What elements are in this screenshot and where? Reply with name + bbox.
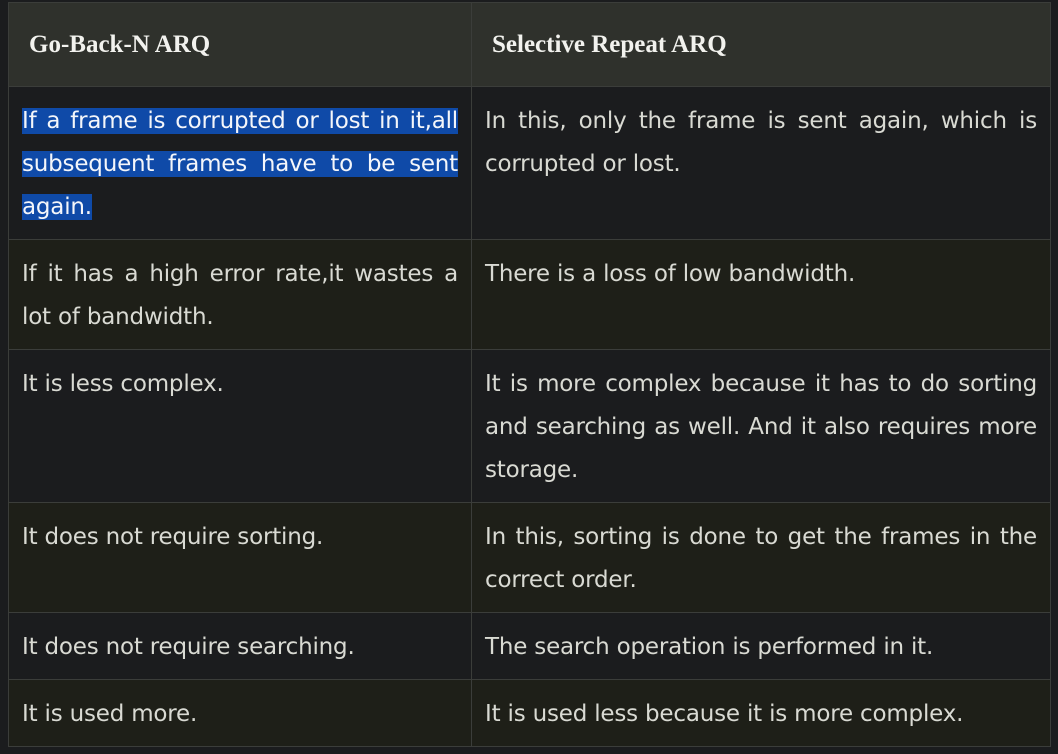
go-back-n-cell[interactable]: If it has a high error rate,it wastes a …: [8, 239, 472, 350]
go-back-n-cell[interactable]: It does not require searching.: [8, 612, 472, 680]
table-row: It does not require searching. The searc…: [8, 612, 1051, 680]
table-header: Go-Back-N ARQ Selective Repeat ARQ: [8, 2, 1051, 87]
header-selective-repeat: Selective Repeat ARQ: [471, 2, 1051, 87]
page-frame: Go-Back-N ARQ Selective Repeat ARQ If a …: [0, 0, 1058, 754]
selective-repeat-cell[interactable]: In this, only the frame is sent again, w…: [471, 86, 1051, 240]
selective-repeat-cell[interactable]: The search operation is performed in it.: [471, 612, 1051, 680]
go-back-n-cell[interactable]: It is less complex.: [8, 349, 472, 503]
go-back-n-cell[interactable]: It is used more.: [8, 679, 472, 747]
selective-repeat-cell[interactable]: It is used less because it is more compl…: [471, 679, 1051, 747]
selective-repeat-cell[interactable]: It is more complex because it has to do …: [471, 349, 1051, 503]
table-row: If a frame is corrupted or lost in it,al…: [8, 86, 1051, 240]
header-row: Go-Back-N ARQ Selective Repeat ARQ: [8, 2, 1051, 87]
table-row: It does not require sorting. In this, so…: [8, 502, 1051, 613]
selective-repeat-cell[interactable]: There is a loss of low bandwidth.: [471, 239, 1051, 350]
table-row: If it has a high error rate,it wastes a …: [8, 239, 1051, 350]
go-back-n-cell[interactable]: It does not require sorting.: [8, 502, 472, 613]
comparison-table: Go-Back-N ARQ Selective Repeat ARQ If a …: [8, 2, 1051, 747]
table-row: It is used more. It is used less because…: [8, 679, 1051, 747]
go-back-n-cell[interactable]: If a frame is corrupted or lost in it,al…: [8, 86, 472, 240]
table-row: It is less complex. It is more complex b…: [8, 349, 1051, 503]
selected-text[interactable]: If a frame is corrupted or lost in it,al…: [22, 108, 458, 220]
header-go-back-n: Go-Back-N ARQ: [8, 2, 472, 87]
selective-repeat-cell[interactable]: In this, sorting is done to get the fram…: [471, 502, 1051, 613]
table-body: If a frame is corrupted or lost in it,al…: [8, 86, 1051, 747]
